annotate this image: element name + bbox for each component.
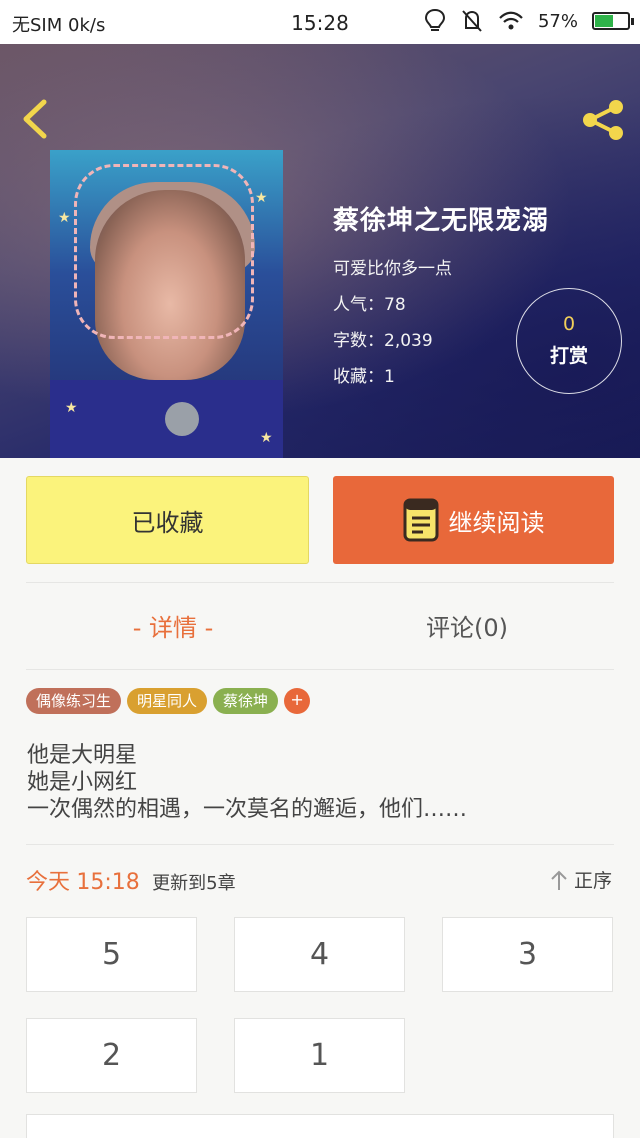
update-text: 更新到5章: [152, 873, 236, 894]
continue-reading-label: 继续阅读: [448, 508, 545, 537]
book-author: 可爱比你多一点: [333, 259, 452, 279]
status-bar: 无SIM 0k/s 15:28 57%: [0, 0, 640, 44]
chapter-button[interactable]: 2: [26, 1018, 197, 1093]
chapter-button[interactable]: 3: [442, 917, 613, 992]
tag-item[interactable]: 明星同人: [127, 688, 208, 714]
divider: [26, 844, 614, 845]
chapter-button[interactable]: 1: [234, 1018, 405, 1093]
collected-label: 已收藏: [131, 508, 204, 537]
tab-detail[interactable]: - 详情 -: [26, 596, 320, 660]
book-icon: [403, 498, 438, 542]
share-icon[interactable]: [578, 98, 628, 142]
sort-label: 正序: [573, 870, 612, 892]
update-time: 15:18: [76, 870, 140, 895]
add-tag-button[interactable]: +: [284, 688, 311, 714]
chapter-button[interactable]: 5: [26, 917, 197, 992]
book-title: 蔡徐坤之无限宠溺: [333, 206, 550, 236]
arrow-up-icon: [551, 870, 567, 890]
tip-label: 打赏: [549, 345, 588, 367]
update-info: 今天 15:18 更新到5章: [26, 864, 236, 896]
tab-comments[interactable]: 评论(0): [320, 596, 614, 660]
back-chevron-left-icon[interactable]: [16, 96, 56, 142]
more-chapters-card[interactable]: [26, 1114, 614, 1138]
tag-item[interactable]: 偶像练习生: [26, 688, 122, 714]
collected-button[interactable]: 已收藏: [26, 476, 309, 564]
tag-item[interactable]: 蔡徐坤: [213, 688, 279, 714]
tag-list: 偶像练习生 明星同人 蔡徐坤 +: [26, 688, 311, 714]
divider: [26, 669, 614, 670]
battery-icon: [592, 12, 634, 30]
battery-level: [595, 15, 614, 27]
tip-button[interactable]: 0 打赏: [516, 288, 622, 394]
bulb-icon: [424, 8, 445, 31]
book-summary: 他是大明星 她是小网红 一次偶然的相遇，一次莫名的邂逅，他们……: [27, 742, 467, 823]
summary-line: 一次偶然的相遇，一次莫名的邂逅，他们……: [27, 797, 468, 822]
status-right: 57%: [424, 8, 634, 34]
tip-count: 0: [562, 313, 576, 335]
divider: [26, 582, 614, 583]
continue-reading-button[interactable]: 继续阅读: [333, 476, 614, 564]
book-cover-image: ★ ★ ★ ★: [50, 150, 283, 458]
mute-icon: [462, 10, 482, 32]
summary-line: 他是大明星: [27, 743, 138, 768]
chapter-button[interactable]: 4: [234, 917, 405, 992]
battery-percent: 57%: [537, 10, 578, 32]
update-day: 今天: [26, 870, 71, 895]
book-header: ★ ★ ★ ★ 蔡徐坤之无限宠溺 可爱比你多一点 人气：78 字数：2,039 …: [0, 44, 640, 458]
sort-toggle[interactable]: 正序: [550, 866, 612, 893]
wifi-icon: [499, 11, 523, 30]
summary-line: 她是小网红: [27, 770, 138, 795]
